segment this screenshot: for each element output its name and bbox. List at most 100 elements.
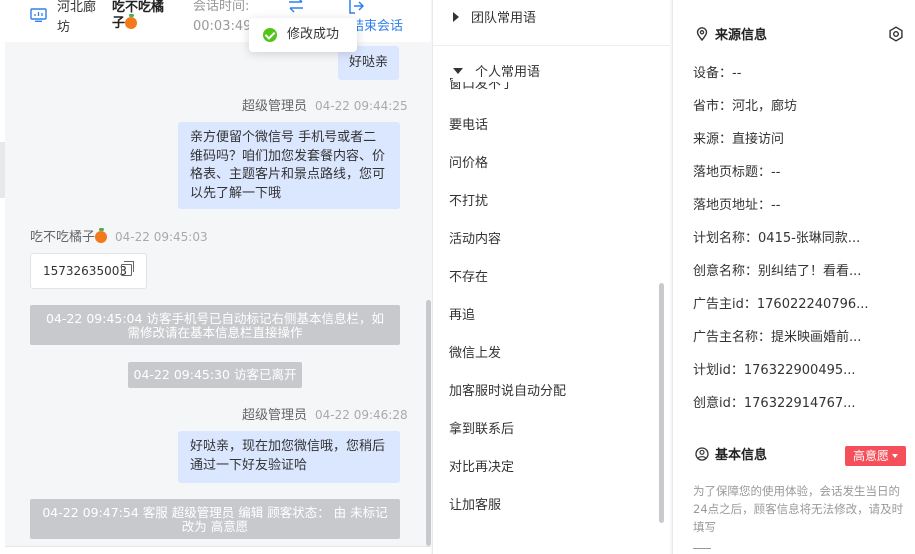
row-label: 创意名称 bbox=[693, 264, 746, 279]
phrase-item[interactable]: 不打扰 bbox=[449, 193, 488, 211]
source-row-landing-title: 落地页标题：-- bbox=[693, 165, 781, 180]
system-message-text: 04-22 09:47:54 客服 超级管理员 编辑 顾客状态： 由 未标记 改… bbox=[42, 505, 388, 534]
phone-number: 15732635003 bbox=[43, 264, 127, 278]
source-row-landing-url: 落地页地址：-- bbox=[693, 198, 781, 213]
system-message-text: 04-22 09:45:04 访客手机号已自动标记右侧基本信息栏，如需修改请在基… bbox=[46, 311, 384, 340]
team-phrases-label: 团队常用语 bbox=[471, 11, 537, 26]
row-value: -- bbox=[771, 198, 781, 213]
phrase-item[interactable]: 不存在 bbox=[449, 269, 488, 287]
message-time: 04-22 09:44:25 bbox=[315, 99, 408, 113]
row-label: 计划id bbox=[693, 363, 731, 378]
message-text: 亲方便留个微信号 手机号或者二维码吗？咱们加您发套餐内容、价格表、主题客片和景点… bbox=[190, 130, 386, 201]
phrase-item[interactable]: 再追 bbox=[449, 307, 475, 325]
phrase-item[interactable]: 活动内容 bbox=[449, 231, 501, 249]
source-row-plan-id: 计划id：176322900495... bbox=[693, 363, 856, 378]
intent-status-label: 高意愿 bbox=[853, 449, 890, 463]
system-message-text: 04-22 09:45:30 访客已离开 bbox=[133, 367, 297, 382]
visitor-message-meta: 吃不吃橘子 04-22 09:45:03 bbox=[30, 228, 208, 247]
customer-info-panel: 来源信息 设备：-- 省市：河北，廊坊 来源：直接访问 落地页标题：-- 落地页… bbox=[672, 0, 915, 554]
session-time-label: 会话时间: bbox=[193, 0, 250, 14]
success-toast: 修改成功 bbox=[249, 18, 357, 52]
source-row-device: 设备：-- bbox=[693, 66, 742, 81]
chat-message-list[interactable]: 好哒亲 超级管理员 04-22 09:44:25 亲方便留个微信号 手机号或者二维… bbox=[5, 0, 431, 546]
row-label: 落地页地址 bbox=[693, 198, 759, 213]
phrase-item[interactable]: 拿到联系后 bbox=[449, 421, 514, 439]
visitor-phone-card[interactable]: 15732635003 bbox=[30, 253, 147, 289]
exit-icon[interactable] bbox=[347, 0, 365, 15]
phrase-item[interactable]: 微信上发 bbox=[449, 345, 501, 363]
row-value: 176322900495... bbox=[743, 363, 856, 378]
source-row-origin: 来源：直接访问 bbox=[693, 132, 785, 147]
source-row-advertiser-name: 广告主名称：提米映画婚前... bbox=[693, 330, 862, 345]
agent-message-meta: 超级管理员 04-22 09:44:25 bbox=[242, 97, 408, 116]
location-pin-icon bbox=[696, 27, 708, 41]
visitor-name-text: 吃不吃橘子 bbox=[112, 0, 165, 31]
phrase-item[interactable]: 加客服时说自动分配 bbox=[449, 383, 566, 401]
orange-emoji-icon bbox=[125, 14, 138, 29]
source-row-province: 省市：河北，廊坊 bbox=[693, 99, 798, 114]
monitor-icon bbox=[30, 8, 47, 22]
caret-down-icon bbox=[892, 454, 899, 458]
system-message: 04-22 09:45:04 访客手机号已自动标记右侧基本信息栏，如需修改请在基… bbox=[30, 305, 400, 345]
system-message: 04-22 09:47:54 客服 超级管理员 编辑 顾客状态： 由 未标记 改… bbox=[30, 499, 400, 539]
intent-status-dropdown[interactable]: 高意愿 bbox=[845, 446, 907, 466]
row-value: -- bbox=[732, 66, 742, 81]
chat-input-area[interactable] bbox=[5, 546, 431, 554]
app-root: 好哒亲 超级管理员 04-22 09:44:25 亲方便留个微信号 手机号或者二维… bbox=[0, 0, 915, 554]
row-label: 广告主id bbox=[693, 297, 744, 312]
row-label: 设备 bbox=[693, 66, 720, 81]
source-row-advertiser-id: 广告主id：176022240796... bbox=[693, 297, 869, 312]
message-time: 04-22 09:46:28 bbox=[315, 408, 408, 422]
phrase-item[interactable]: 让加客服 bbox=[449, 497, 501, 515]
phrases-scrollbar[interactable] bbox=[659, 283, 664, 523]
personal-phrases-toggle[interactable]: 个人常用语 bbox=[453, 64, 541, 82]
team-phrases-toggle[interactable]: 团队常用语 bbox=[453, 10, 536, 28]
source-info-title: 来源信息 bbox=[695, 27, 767, 45]
caret-down-icon bbox=[453, 68, 463, 74]
row-label: 省市 bbox=[693, 99, 720, 114]
transfer-icon[interactable] bbox=[286, 0, 306, 14]
phrase-item[interactable]: 对比再决定 bbox=[449, 459, 514, 477]
system-message: 04-22 09:45:30 访客已离开 bbox=[128, 362, 302, 388]
chat-header: 河北廊坊 吃不吃橘子 会话时间: 00:03:49 结束会话 bbox=[5, 0, 431, 42]
sender-name: 超级管理员 bbox=[242, 99, 308, 114]
edit-deadline-notice: 为了保障您的使用体验，会话发生当日的24点之后，顾客信息将无法修改，请及时填写 bbox=[693, 484, 904, 534]
row-label: 广告主名称 bbox=[693, 330, 759, 345]
settings-icon[interactable] bbox=[888, 26, 904, 42]
end-session-button[interactable]: 结束会话 bbox=[351, 17, 403, 37]
row-value: 176322914767... bbox=[743, 396, 856, 411]
quick-phrases-panel: 团队常用语 窗口发不了 个人常用语 要电话 问价格 不打扰 活动内容 不存在 再… bbox=[432, 0, 670, 554]
message-time: 04-22 09:45:03 bbox=[115, 230, 208, 244]
row-value: 直接访问 bbox=[732, 132, 785, 147]
phrase-item[interactable]: 要电话 bbox=[449, 117, 488, 135]
row-value: -- bbox=[771, 165, 781, 180]
basic-info-title: 基本信息 bbox=[695, 447, 767, 465]
caret-right-icon bbox=[453, 12, 459, 22]
copy-icon[interactable] bbox=[121, 261, 134, 276]
source-row-plan-name: 计划名称：0415-张琳同款... bbox=[693, 231, 861, 246]
source-row-creative-id: 创意id：176322914767... bbox=[693, 396, 856, 411]
source-row-creative-name: 创意名称：别纠结了！看看... bbox=[693, 264, 862, 279]
row-value: 提米映画婚前... bbox=[771, 330, 862, 345]
personal-phrases-label: 个人常用语 bbox=[475, 65, 541, 80]
agent-message-meta: 超级管理员 04-22 09:46:28 bbox=[242, 406, 408, 425]
session-time-value: 00:03:49 bbox=[193, 19, 252, 34]
sender-name: 超级管理员 bbox=[242, 408, 308, 423]
sender-name: 吃不吃橘子 bbox=[30, 230, 96, 245]
agent-message-bubble: 亲方便留个微信号 手机号或者二维码吗？咱们加您发套餐内容、价格表、主题客片和景点… bbox=[178, 122, 400, 209]
phrase-item[interactable]: 问价格 bbox=[449, 155, 488, 173]
row-value: 河北，廊坊 bbox=[732, 99, 798, 114]
visitor-location: 河北廊坊 bbox=[57, 0, 97, 35]
row-label: 落地页标题 bbox=[693, 165, 759, 180]
chat-panel: 好哒亲 超级管理员 04-22 09:44:25 亲方便留个微信号 手机号或者二维… bbox=[5, 0, 431, 554]
row-label: 创意id bbox=[693, 396, 731, 411]
message-text: 好哒亲，现在加您微信哦，您稍后通过一下好友验证哈 bbox=[190, 439, 386, 473]
phrases-divider bbox=[433, 45, 670, 46]
row-value: 别纠结了！看看... bbox=[758, 264, 862, 279]
orange-emoji-icon bbox=[95, 228, 108, 243]
row-value: 0415-张琳同款... bbox=[758, 231, 861, 246]
toast-text: 修改成功 bbox=[287, 27, 340, 42]
chat-scrollbar[interactable] bbox=[426, 300, 431, 546]
check-circle-icon bbox=[263, 28, 277, 42]
visitor-name: 吃不吃橘子 bbox=[112, 0, 176, 32]
